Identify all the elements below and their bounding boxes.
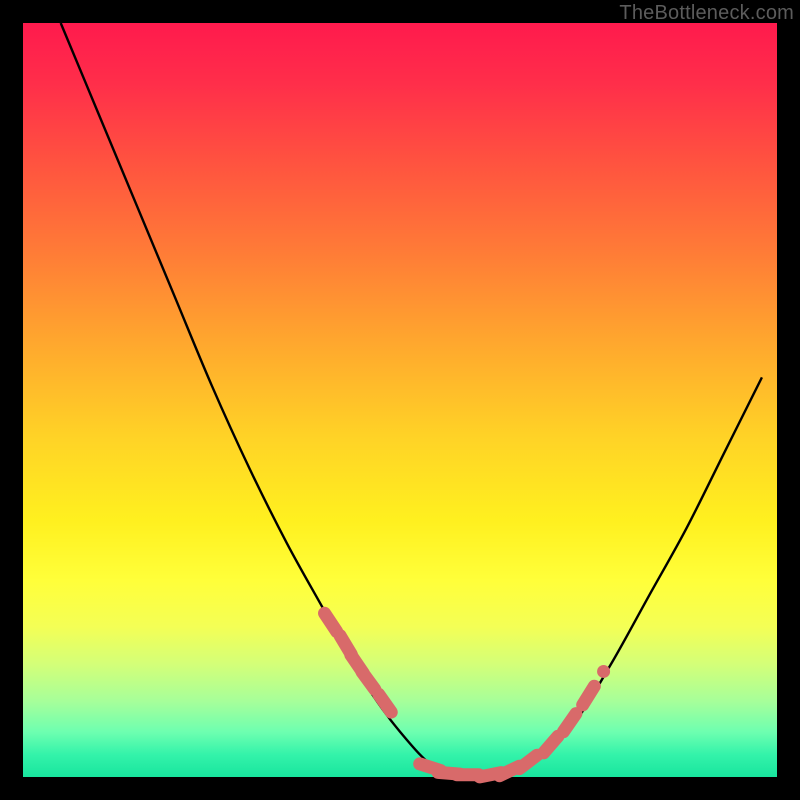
curve-marker	[544, 736, 558, 753]
chart-frame: TheBottleneck.com	[0, 0, 800, 800]
watermark-text: TheBottleneck.com	[619, 2, 794, 25]
chart-svg	[23, 23, 777, 777]
curve-marker	[325, 613, 337, 631]
curve-marker	[519, 755, 536, 768]
curve-marker	[583, 686, 595, 705]
curve-marker	[379, 694, 392, 712]
curve-marker	[362, 672, 375, 690]
curve-marker	[563, 714, 576, 732]
bottleneck-curve	[61, 23, 762, 778]
marker-group	[325, 613, 604, 777]
